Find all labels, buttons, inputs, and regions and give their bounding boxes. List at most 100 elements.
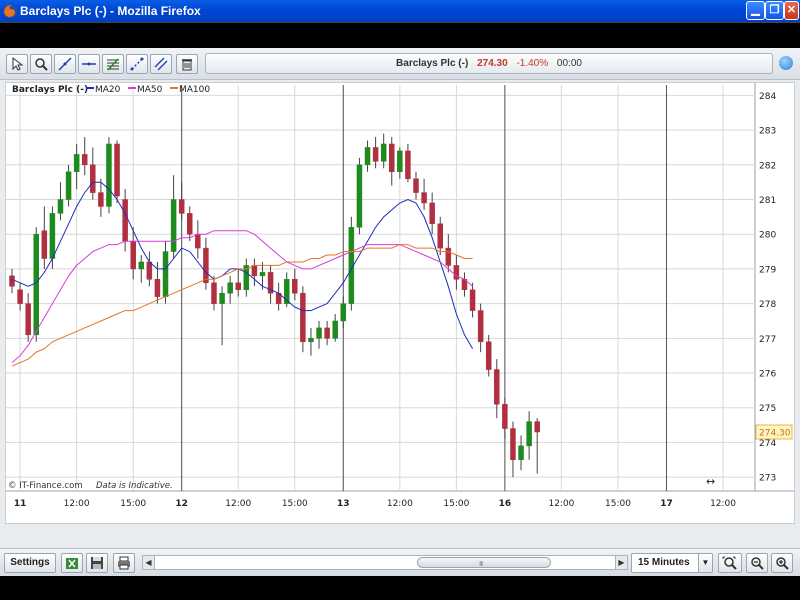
candle-down (98, 192, 104, 207)
x-tick-label: 12:00 (64, 499, 90, 509)
candle-up (380, 143, 387, 162)
candle-up (33, 233, 39, 336)
close-button[interactable]: ✕ (784, 1, 799, 20)
x-tick-label: 15:00 (120, 499, 146, 509)
candle-up (73, 154, 80, 173)
price-chart[interactable]: 273 274 275 276 277 278 279 280 281 282 283 284 11 12… (6, 83, 794, 523)
candle-down (494, 369, 500, 405)
candle-up (57, 199, 64, 214)
candle-down (437, 223, 443, 249)
interval-select[interactable]: 15 Minutes ▼ (631, 553, 713, 573)
candle-up (526, 421, 532, 447)
candle-down (534, 421, 540, 433)
price-change: -1.40% (516, 58, 549, 69)
candle-down (25, 303, 31, 336)
ruler-icon (130, 57, 144, 71)
resize-arrows-icon[interactable]: ↔ (706, 475, 715, 488)
chart-toolbar: Barclays Plc (-) 274.30 -1.40% 00:00 (0, 48, 800, 80)
scrollbar-thumb[interactable]: III (417, 557, 551, 568)
candle-down (324, 327, 330, 339)
candle-up (49, 213, 56, 259)
scroll-grip: III (479, 560, 483, 568)
last-price-tag: 274.30 (759, 429, 791, 439)
fibonacci-icon (107, 58, 119, 71)
candle-up (518, 445, 524, 461)
zoom-tool-button[interactable] (30, 54, 52, 74)
pointer-icon (12, 57, 24, 71)
trendline-tool-button[interactable] (54, 54, 76, 74)
zoom-out-button[interactable] (746, 553, 768, 573)
candle-down (389, 143, 395, 173)
settings-button[interactable]: Settings (4, 553, 56, 573)
candle-up (65, 171, 72, 200)
save-button[interactable] (86, 553, 108, 573)
zoom-fit-button[interactable] (718, 553, 742, 573)
candle-down (502, 403, 508, 429)
y-tick-label: 273 (759, 474, 776, 484)
x-tick-label: 15:00 (443, 499, 469, 509)
candle-down (90, 164, 96, 193)
candle-down (235, 282, 241, 290)
zoom-in-button[interactable] (771, 553, 793, 573)
minimize-button[interactable]: ▁ (746, 1, 765, 20)
candle-down (195, 233, 201, 249)
chart-area[interactable]: 273 274 275 276 277 278 279 280 281 282 283 284 11 12… (5, 82, 795, 524)
last-price: 274.30 (477, 58, 508, 69)
scroll-left-arrow-icon[interactable]: ◀ (143, 556, 155, 569)
globe-icon[interactable] (779, 56, 793, 70)
copyright-watermark: © IT-Finance.com (8, 481, 83, 491)
x-tick-label: 15:00 (282, 499, 308, 509)
candle-up (340, 303, 347, 322)
export-excel-button[interactable] (61, 553, 83, 573)
candle-down (154, 279, 161, 297)
candle-down (122, 199, 128, 242)
maximize-button[interactable]: ❐ (765, 1, 784, 20)
candle-up (227, 282, 233, 294)
candle-down (17, 289, 23, 304)
zoom-fit-icon (722, 556, 737, 570)
y-tick-label: 283 (759, 127, 776, 137)
parallel-lines-tool-button[interactable] (150, 54, 172, 74)
y-tick-label: 277 (759, 335, 776, 345)
ruler-tool-button[interactable] (126, 54, 148, 74)
y-tick-label: 279 (759, 265, 776, 275)
interval-value: 15 Minutes (638, 557, 690, 568)
candle-up (316, 327, 322, 339)
pointer-tool-button[interactable] (6, 54, 28, 74)
candle-up (219, 292, 225, 304)
scroll-right-arrow-icon[interactable]: ▶ (615, 556, 627, 569)
chevron-down-icon: ▼ (698, 554, 712, 572)
y-tick-label: 275 (759, 404, 776, 414)
quote-time: 00:00 (556, 58, 582, 69)
y-tick-label: 274 (759, 439, 776, 449)
data-disclaimer: Data is Indicative. (96, 481, 173, 491)
printer-icon (118, 556, 130, 570)
legend-title: Barclays Plc (-) (12, 85, 88, 95)
x-tick-label: 12:00 (548, 499, 574, 509)
print-button[interactable] (113, 553, 135, 573)
browser-status-bar (0, 576, 800, 600)
candle-down (453, 265, 460, 280)
candle-down (251, 265, 258, 277)
candle-down (469, 289, 476, 311)
y-tick-label: 282 (759, 161, 776, 171)
horizontal-line-tool-button[interactable] (78, 54, 100, 74)
candle-down (146, 261, 153, 280)
fibonacci-tool-button[interactable] (102, 54, 124, 74)
browser-chrome-bar (0, 22, 800, 48)
candle-up (397, 150, 403, 173)
chart-scrollbar[interactable]: ◀ III ▶ (142, 555, 628, 570)
candle-up (162, 251, 169, 297)
candle-up (259, 272, 266, 277)
x-day-label: 12 (175, 499, 188, 509)
candle-down (477, 310, 484, 343)
instrument-name: Barclays Plc (-) (396, 58, 469, 69)
quote-info-bar: Barclays Plc (-) 274.30 -1.40% 00:00 (205, 53, 773, 74)
x-day-label: 16 (499, 499, 512, 509)
legend-entry: MA50 (137, 85, 163, 95)
y-tick-label: 280 (759, 231, 776, 241)
x-tick-label: 12:00 (387, 499, 413, 509)
candle-down (9, 275, 15, 287)
delete-drawings-button[interactable] (176, 54, 198, 74)
candle-down (114, 143, 120, 197)
